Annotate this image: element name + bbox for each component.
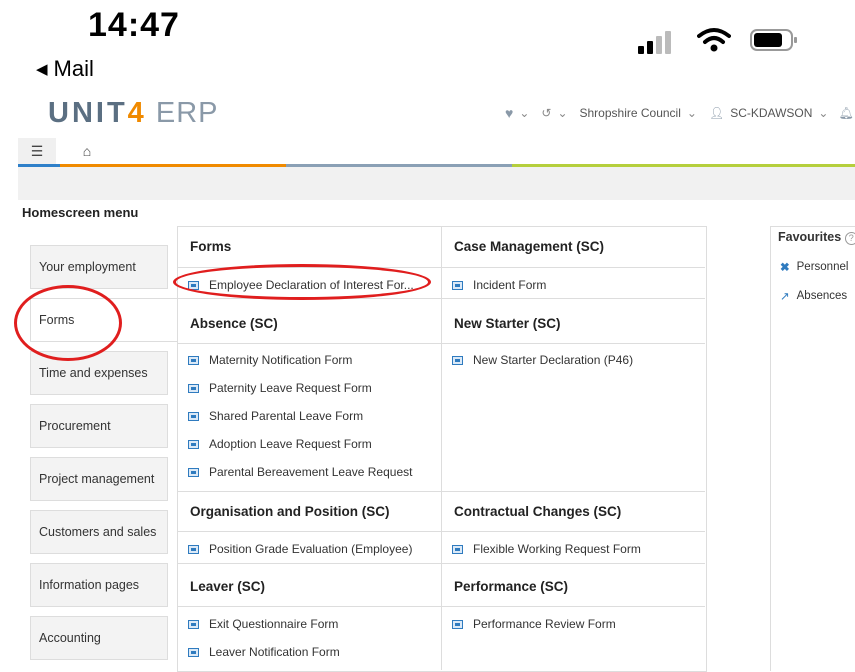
form-link-label: Flexible Working Request Form (473, 542, 641, 556)
form-icon (188, 647, 199, 657)
menu-tab-icon[interactable]: ☰ (18, 138, 56, 164)
form-link-label: New Starter Declaration (P46) (473, 353, 634, 367)
form-icon (188, 619, 199, 629)
section-new-starter-title: New Starter (SC) (454, 316, 561, 331)
form-icon (188, 467, 199, 477)
section-performance-title: Performance (SC) (454, 579, 569, 594)
form-link-adoption-leave[interactable]: Adoption Leave Request Form (188, 437, 372, 451)
notification-bell-icon[interactable]: 🔔︎ (838, 106, 853, 120)
menu-your-employment[interactable]: Your employment (30, 245, 168, 289)
form-icon (452, 619, 463, 629)
form-link-exit-questionnaire[interactable]: Exit Questionnaire Form (188, 617, 338, 631)
user-chevron-icon[interactable]: ⌄ (818, 106, 828, 120)
back-arrow-icon: ◀ (36, 61, 48, 78)
favourites-chevron-icon[interactable]: ⌄ (519, 106, 529, 120)
favourite-label: Personnel (796, 261, 849, 273)
form-link-leaver-notification[interactable]: Leaver Notification Form (188, 645, 340, 659)
wifi-icon (697, 28, 731, 52)
form-icon (452, 280, 463, 290)
form-link-label: Shared Parental Leave Form (209, 409, 364, 423)
section-contractual-title: Contractual Changes (SC) (454, 504, 622, 519)
form-link-incident[interactable]: Incident Form (452, 278, 546, 292)
form-link-label: Exit Questionnaire Form (209, 617, 339, 631)
unit4-logo: UNIT4 ERP (48, 97, 219, 130)
form-icon (188, 355, 199, 365)
form-link-shared-parental-leave[interactable]: Shared Parental Leave Form (188, 409, 363, 423)
form-link-label: Performance Review Form (473, 617, 616, 631)
form-link-flexible-working[interactable]: Flexible Working Request Form (452, 542, 641, 556)
heart-icon[interactable]: ♥ (505, 105, 513, 121)
menu-information-pages[interactable]: Information pages (30, 563, 168, 607)
menu-customers-and-sales[interactable]: Customers and sales (30, 510, 168, 554)
form-link-label: Incident Form (473, 278, 547, 292)
section-divider (177, 491, 705, 492)
menu-procurement[interactable]: Procurement (30, 404, 168, 448)
toolbar-band (18, 167, 855, 200)
column-divider (441, 226, 442, 670)
menu-project-management[interactable]: Project management (30, 457, 168, 501)
form-link-label: Leaver Notification Form (209, 645, 340, 659)
form-link-label: Paternity Leave Request Form (209, 381, 372, 395)
history-chevron-icon[interactable]: ⌄ (557, 106, 567, 120)
menu-accounting[interactable]: Accounting (30, 616, 168, 660)
form-link-label: Adoption Leave Request Form (209, 437, 372, 451)
user-icon[interactable]: 👤︎ (709, 106, 724, 120)
top-navigation: ♥ ⌄ ↺ ⌄ Shropshire Council ⌄ 👤︎ SC-KDAWS… (505, 105, 854, 121)
form-link-position-grade-evaluation[interactable]: Position Grade Evaluation (Employee) (188, 542, 412, 556)
section-case-management-title: Case Management (SC) (454, 239, 605, 254)
section-divider (177, 606, 705, 607)
section-divider (177, 563, 705, 564)
annotation-oval-forms-menu (14, 285, 122, 361)
section-organisation-title: Organisation and Position (SC) (190, 504, 390, 519)
favourite-absences[interactable]: ↗ Absences (780, 289, 847, 303)
form-link-new-starter-declaration[interactable]: New Starter Declaration (P46) (452, 353, 633, 367)
logo-four-text: 4 (127, 97, 147, 129)
favourite-label: Absences (796, 290, 848, 302)
form-link-label: Position Grade Evaluation (Employee) (209, 542, 413, 556)
help-icon[interactable]: ? (844, 232, 855, 245)
favourites-title-text: Favourites (778, 230, 842, 244)
form-link-maternity-notification[interactable]: Maternity Notification Form (188, 353, 352, 367)
status-time: 14:47 (88, 6, 180, 44)
back-label: Mail (53, 56, 94, 81)
favourite-personnel[interactable]: ✖ Personnel (780, 260, 848, 274)
form-icon (452, 355, 463, 365)
back-to-mail-button[interactable]: ◀ Mail (36, 56, 94, 82)
form-icon (188, 439, 199, 449)
form-icon (452, 544, 463, 554)
logo-erp-text: ERP (146, 97, 219, 129)
section-divider (177, 343, 705, 344)
battery-icon (750, 29, 797, 51)
section-divider (177, 531, 705, 532)
form-icon (188, 383, 199, 393)
section-forms-title: Forms (190, 239, 232, 254)
form-link-parental-bereavement[interactable]: Parental Bereavement Leave Request (188, 465, 412, 479)
tools-icon: ✖ (780, 262, 790, 274)
logo-unit-text: UNIT (48, 97, 128, 129)
cellular-signal-icon (638, 31, 671, 54)
history-icon[interactable]: ↺ (541, 106, 551, 120)
section-leaver-title: Leaver (SC) (190, 579, 266, 594)
company-selector[interactable]: Shropshire Council (580, 106, 681, 120)
favourites-title: Favourites ? (778, 230, 855, 245)
user-menu[interactable]: SC-KDAWSON (730, 106, 812, 120)
form-link-label: Maternity Notification Form (209, 353, 353, 367)
home-tab-icon[interactable]: ⌂ (68, 138, 106, 164)
form-icon (188, 411, 199, 421)
form-link-label: Parental Bereavement Leave Request (209, 465, 413, 479)
homescreen-menu-title: Homescreen menu (22, 205, 139, 220)
annotation-oval-form-link (173, 264, 431, 300)
external-link-icon: ↗ (780, 291, 790, 303)
form-link-paternity-leave[interactable]: Paternity Leave Request Form (188, 381, 372, 395)
form-link-performance-review[interactable]: Performance Review Form (452, 617, 616, 631)
form-icon (188, 544, 199, 554)
section-absence-title: Absence (SC) (190, 316, 278, 331)
company-chevron-icon[interactable]: ⌄ (687, 106, 697, 120)
